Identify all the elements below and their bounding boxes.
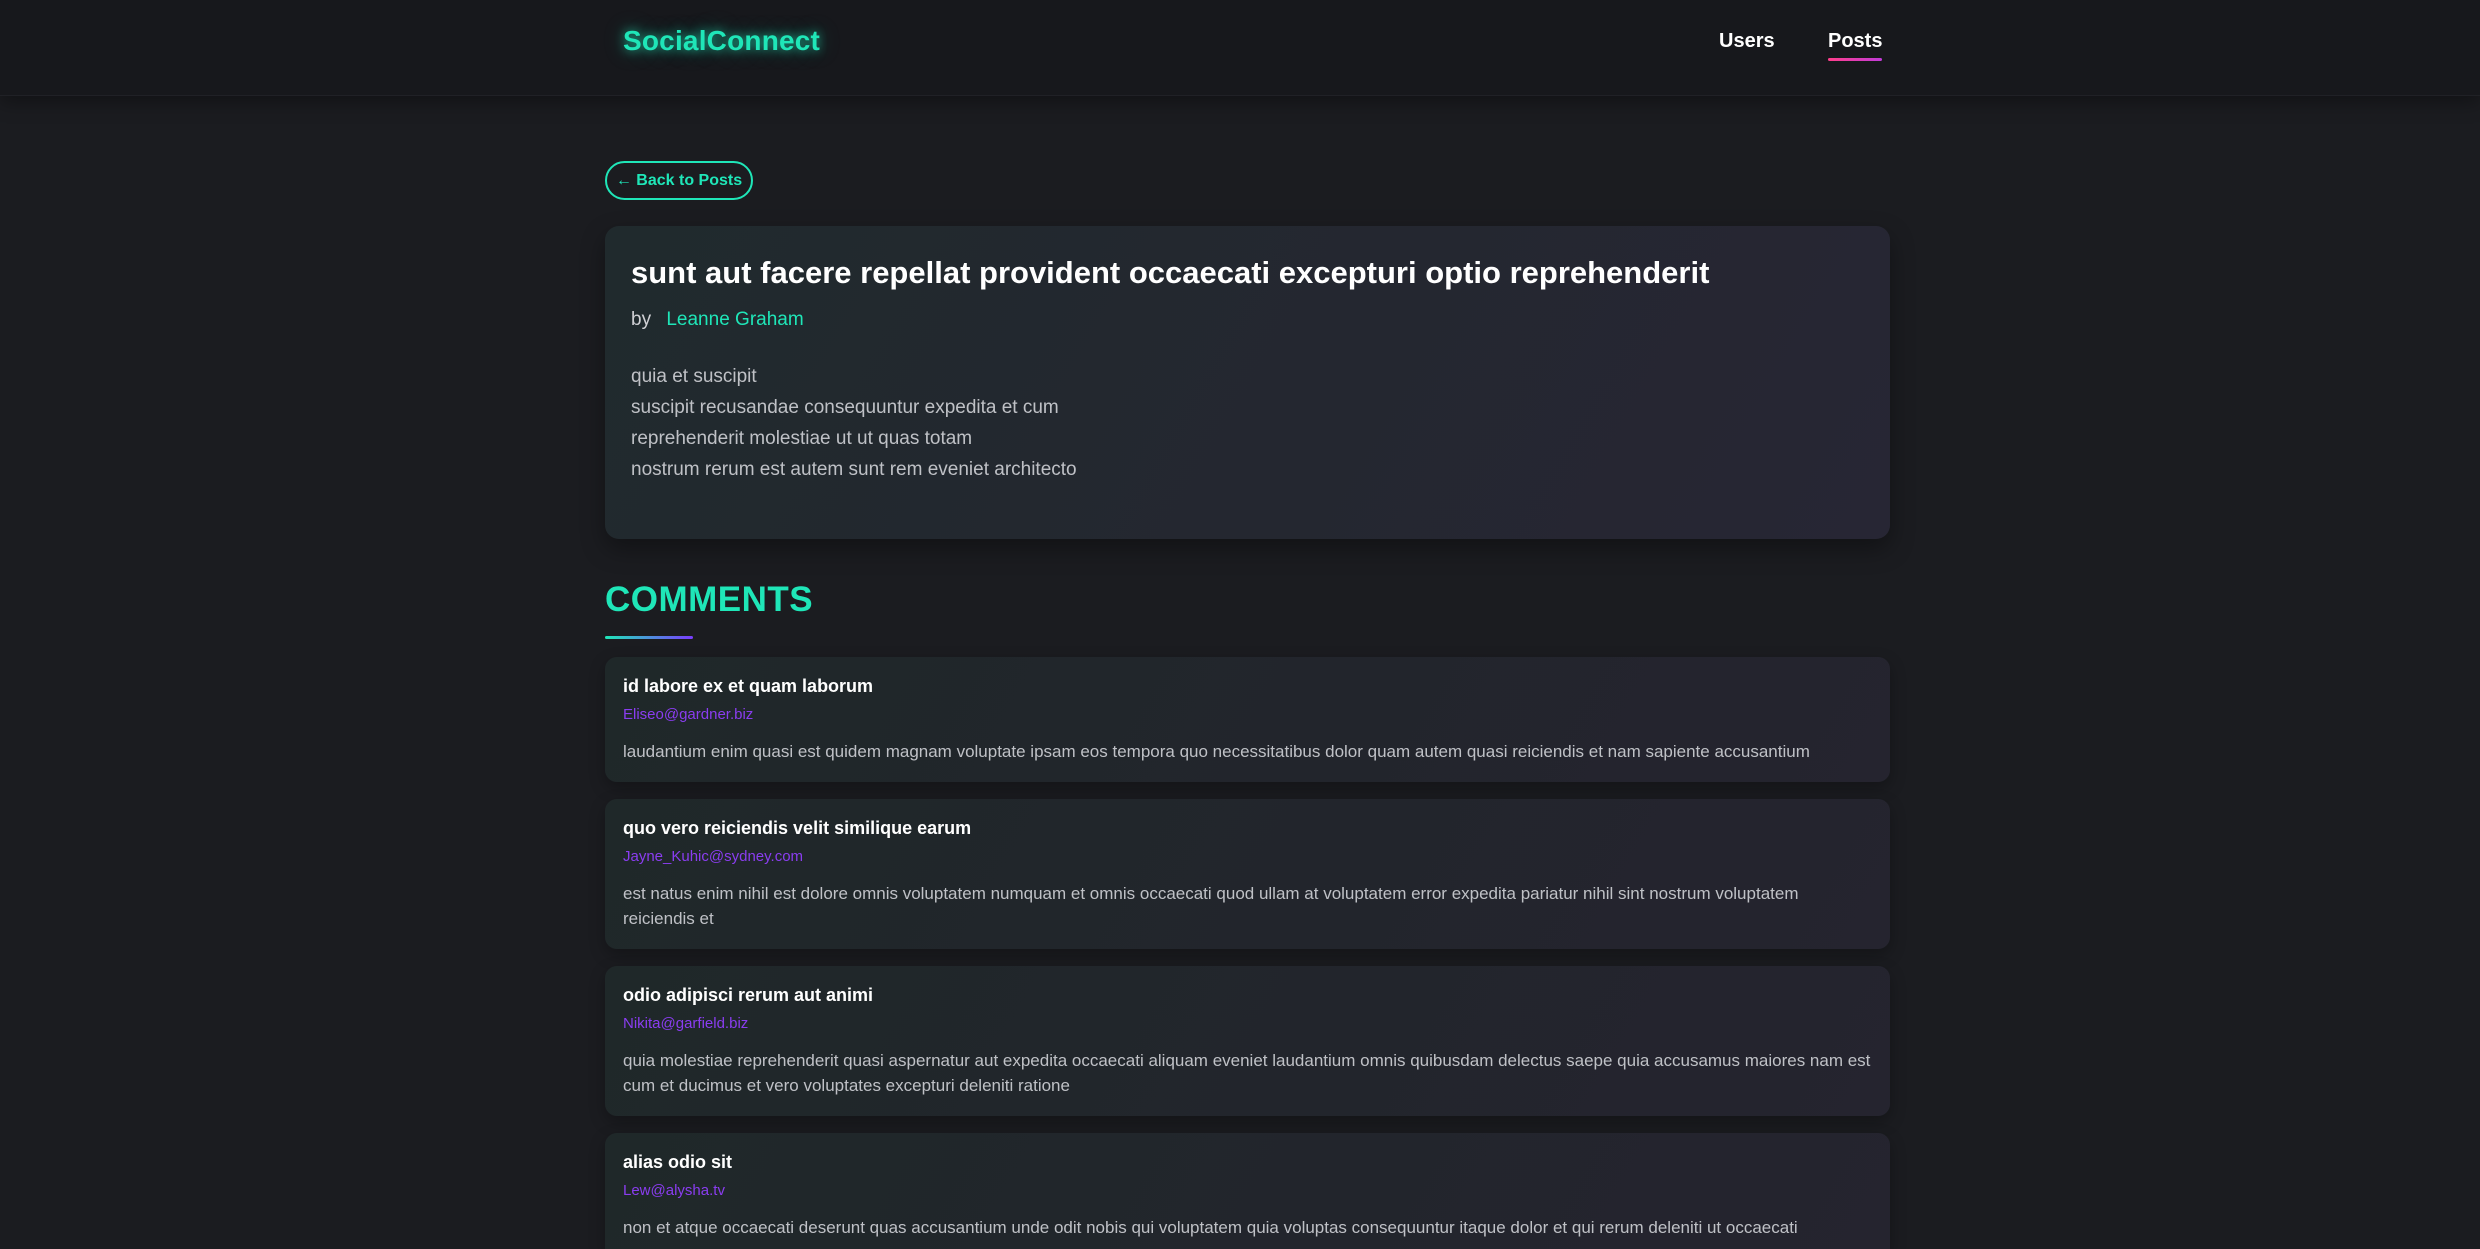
comment-body: non et atque occaecati deserunt quas acc… (623, 1218, 1798, 1237)
comment-card: id labore ex et quam laborum Eliseo@gard… (605, 657, 1890, 782)
comment-name: id labore ex et quam laborum (623, 676, 874, 696)
comment-body: est natus enim nihil est dolore omnis vo… (623, 884, 1799, 928)
comment-name: quo vero reiciendis velit similique earu… (623, 818, 972, 838)
byline-prefix: by (631, 309, 652, 330)
nav-link-users[interactable]: Users (1719, 30, 1775, 60)
comment-card: odio adipisci rerum aut animi Nikita@gar… (605, 966, 1890, 1116)
comment-name: odio adipisci rerum aut animi (623, 985, 874, 1005)
comment-card: quo vero reiciendis velit similique earu… (605, 799, 1890, 949)
comment-email[interactable]: Nikita@garfield.biz (623, 1015, 748, 1032)
post-card: sunt aut facere repellat provident occae… (605, 226, 1890, 539)
comment-email[interactable]: Eliseo@gardner.biz (623, 706, 753, 723)
post-body-line: reprehenderit molestiae ut ut quas totam (631, 428, 973, 449)
brand-logo[interactable]: SocialConnect (623, 25, 820, 57)
back-to-posts-button[interactable]: ← Back to Posts (605, 161, 753, 200)
post-body: quia et suscipit suscipit recusandae con… (631, 361, 1077, 485)
comments-heading-underline (605, 636, 693, 639)
active-nav-underline (1828, 58, 1883, 61)
nav-link-posts-label: Posts (1828, 30, 1883, 52)
post-title: sunt aut facere repellat provident occae… (631, 255, 1710, 290)
post-byline: by Leanne Graham (631, 309, 804, 331)
post-body-line: suscipit recusandae consequuntur expedit… (631, 397, 1059, 418)
post-body-line: quia et suscipit (631, 366, 757, 387)
comment-email[interactable]: Jayne_Kuhic@sydney.com (623, 848, 803, 865)
comment-card: alias odio sit Lew@alysha.tv non et atqu… (605, 1133, 1890, 1249)
comments-heading: COMMENTS (605, 580, 814, 619)
top-navigation-bar: SocialConnect Users Posts (0, 0, 2480, 96)
post-body-line: nostrum rerum est autem sunt rem eveniet… (631, 459, 1077, 480)
comment-body: quia molestiae reprehenderit quasi asper… (623, 1051, 1871, 1095)
comment-name: alias odio sit (623, 1152, 733, 1172)
nav-link-posts[interactable]: Posts (1828, 30, 1883, 61)
post-author-link[interactable]: Leanne Graham (666, 309, 803, 330)
comment-body: laudantium enim quasi est quidem magnam … (623, 742, 1810, 761)
comment-email[interactable]: Lew@alysha.tv (623, 1182, 725, 1199)
